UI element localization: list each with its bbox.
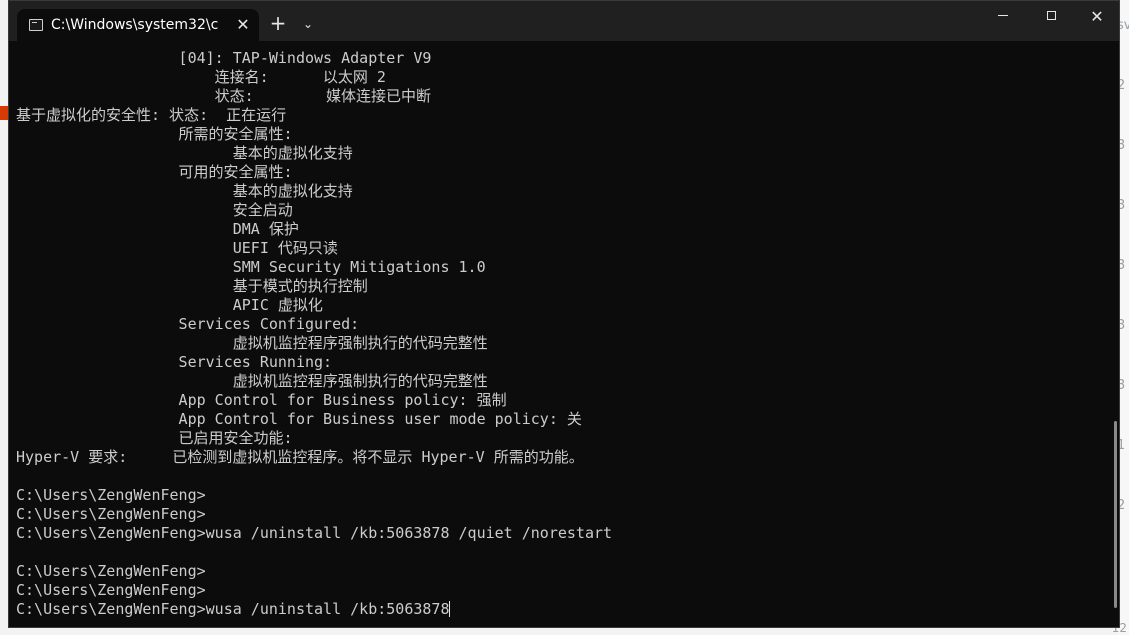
console-line: C:\Users\ZengWenFeng>wusa /uninstall /kb… [16,524,613,542]
console-line: Services Running: [16,353,333,371]
console-line: DMA 保护 [16,220,299,238]
command-prompt-icon [29,19,43,31]
tab-close-button[interactable]: ✕ [233,15,253,35]
console-line: 虚拟机监控程序强制执行的代码完整性 [16,372,488,390]
console-line: Services Configured: [16,315,360,333]
console-line: C:\Users\ZengWenFeng> [16,486,206,504]
vertical-scrollbar[interactable] [1114,421,1117,608]
console-line: C:\Users\ZengWenFeng> [16,581,206,599]
console-line: APIC 虚拟化 [16,296,323,314]
console-lines: [04]: TAP-Windows Adapter V9 连接名: 以太网 2 … [16,49,612,619]
console-line: 基本的虚拟化支持 [16,144,353,162]
maximize-icon [1046,10,1056,20]
tab-dropdown-button[interactable]: ⌄ [299,14,317,34]
console-line: SMM Security Mitigations 1.0 [16,258,486,276]
console-line: 虚拟机监控程序强制执行的代码完整性 [16,334,488,352]
console-line: 基本的虚拟化支持 [16,182,353,200]
new-tab-button[interactable]: + [267,13,289,35]
terminal-window: C:\Windows\system32\c ✕ + ⌄ ✕ [04]: TAP-… [8,0,1120,628]
console-output[interactable]: [04]: TAP-Windows Adapter V9 连接名: 以太网 2 … [9,41,1119,627]
text-cursor [449,601,451,617]
console-line: Hyper-V 要求: 已检测到虚拟机监控程序。将不显示 Hyper-V 所需的… [16,448,584,466]
console-line: C:\Users\ZengWenFeng> [16,562,206,580]
console-input-line[interactable]: C:\Users\ZengWenFeng>wusa /uninstall /kb… [16,600,612,619]
minimize-icon [998,14,1008,16]
console-line: 连接名: 以太网 2 [16,68,386,86]
console-line: C:\Users\ZengWenFeng> [16,505,206,523]
console-line: App Control for Business user mode polic… [16,410,582,428]
terminal-tab[interactable]: C:\Windows\system32\c ✕ [17,9,259,41]
console-line: 状态: 媒体连接已中断 [16,87,431,105]
console-line: [04]: TAP-Windows Adapter V9 [16,49,432,67]
maximize-button[interactable] [1029,7,1073,35]
background-accent-mark [0,106,8,120]
console-current-input[interactable]: C:\Users\ZengWenFeng>wusa /uninstall /kb… [16,600,449,618]
console-line: App Control for Business policy: 强制 [16,391,507,409]
close-icon: ✕ [1090,7,1104,26]
tab-title: C:\Windows\system32\c [51,17,219,33]
console-line: 可用的安全属性: [16,163,293,181]
console-line: 基于模式的执行控制 [16,277,368,295]
console-line: 基于虚拟化的安全性: 状态: 正在运行 [16,106,287,124]
console-line: 所需的安全属性: [16,125,293,143]
console-line: 安全启动 [16,201,293,219]
console-line: 已启用安全功能: [16,429,293,447]
minimize-button[interactable] [981,7,1025,35]
close-button[interactable]: ✕ [1075,7,1119,35]
title-bar[interactable]: C:\Windows\system32\c ✕ + ⌄ ✕ [9,1,1119,41]
console-line: UEFI 代码只读 [16,239,338,257]
